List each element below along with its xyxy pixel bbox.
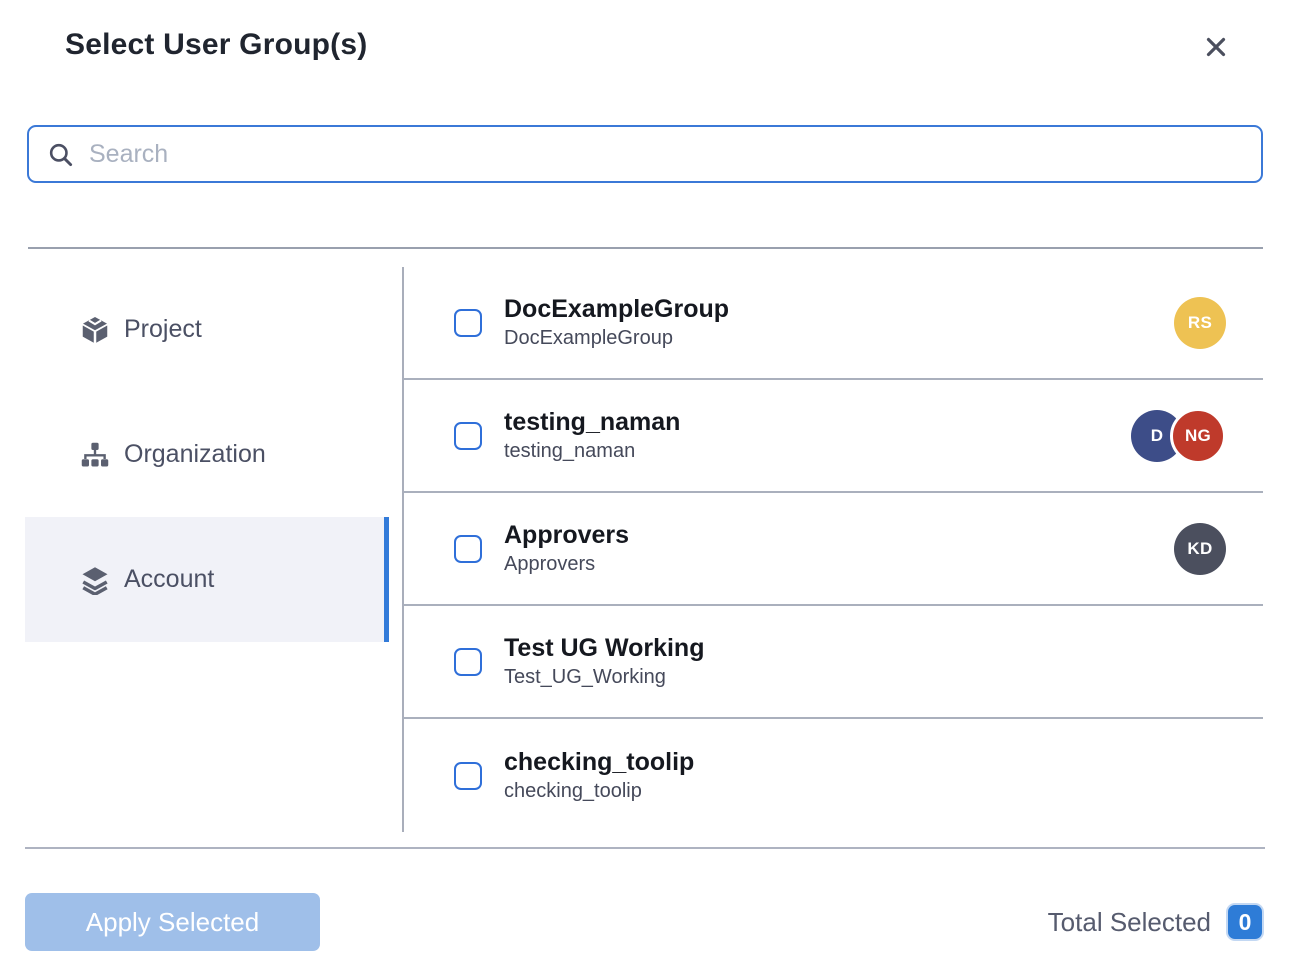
user-group-row: DocExampleGroup DocExampleGroup RS	[404, 267, 1263, 380]
dialog-footer: Apply Selected Total Selected 0	[0, 893, 1290, 951]
sidebar-item-project[interactable]: Project	[25, 267, 389, 392]
dialog-header: Select User Group(s)	[0, 0, 1290, 63]
apply-selected-button[interactable]: Apply Selected	[25, 893, 320, 951]
group-checkbox[interactable]	[454, 535, 482, 563]
group-name: checking_toolip	[504, 748, 694, 777]
total-selected-count-badge: 0	[1228, 905, 1262, 939]
group-name: Approvers	[504, 521, 629, 550]
user-group-row: testing_naman testing_naman DNG	[404, 380, 1263, 493]
total-selected: Total Selected 0	[1048, 905, 1262, 939]
dialog-title: Select User Group(s)	[65, 27, 367, 63]
group-description: DocExampleGroup	[504, 327, 729, 350]
total-selected-label: Total Selected	[1048, 907, 1211, 938]
user-group-list: DocExampleGroup DocExampleGroup RS testi…	[404, 267, 1263, 832]
group-description: Test_UG_Working	[504, 666, 704, 689]
search-icon	[47, 141, 74, 168]
cube-icon	[80, 315, 110, 345]
select-user-groups-dialog: Select User Group(s) Project Organizatio…	[0, 0, 1290, 970]
group-checkbox[interactable]	[454, 648, 482, 676]
search-input[interactable]	[89, 140, 1243, 169]
group-avatars: DNG	[1131, 408, 1226, 464]
group-description: testing_naman	[504, 440, 680, 463]
group-avatars: RS	[1174, 297, 1226, 349]
user-group-row: Test UG Working Test_UG_Working	[404, 606, 1263, 719]
sidebar: Project Organization Account	[25, 267, 389, 832]
group-name: Test UG Working	[504, 634, 704, 663]
layers-icon	[80, 565, 110, 595]
group-name: testing_naman	[504, 408, 680, 437]
close-icon	[1200, 31, 1232, 63]
footer-divider	[25, 847, 1265, 849]
header-divider	[28, 247, 1263, 249]
user-group-row: checking_toolip checking_toolip	[404, 719, 1263, 832]
dialog-content: Project Organization Account DocExampleG…	[0, 267, 1290, 832]
sidebar-item-account[interactable]: Account	[25, 517, 389, 642]
user-group-row: Approvers Approvers KD	[404, 493, 1263, 606]
group-description: Approvers	[504, 553, 629, 576]
sidebar-item-organization[interactable]: Organization	[25, 392, 389, 517]
org-chart-icon	[80, 440, 110, 470]
group-name: DocExampleGroup	[504, 295, 729, 324]
group-checkbox[interactable]	[454, 762, 482, 790]
avatar-kd: KD	[1174, 523, 1226, 575]
group-avatars: KD	[1174, 523, 1226, 575]
avatar-ng: NG	[1170, 408, 1226, 464]
group-checkbox[interactable]	[454, 422, 482, 450]
close-button[interactable]	[1198, 29, 1234, 68]
group-description: checking_toolip	[504, 780, 694, 803]
group-checkbox[interactable]	[454, 309, 482, 337]
search-box	[27, 125, 1263, 183]
avatar-rs: RS	[1174, 297, 1226, 349]
